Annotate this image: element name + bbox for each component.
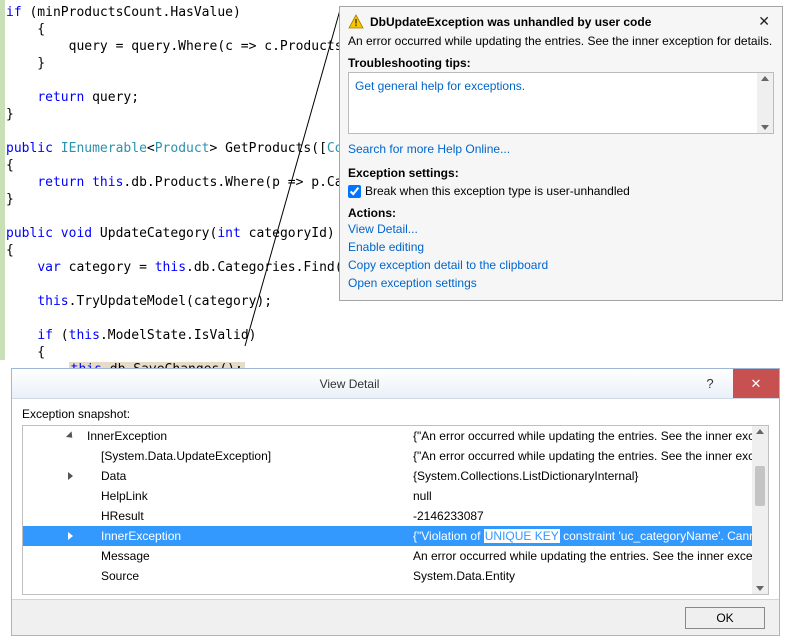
exception-popup: DbUpdateException was unhandled by user … (339, 6, 783, 301)
close-button[interactable]: ✕ (754, 13, 774, 30)
enable-editing-link[interactable]: Enable editing (348, 238, 774, 256)
dialog-title: View Detail (12, 377, 687, 391)
property-grid[interactable]: InnerException {"An error occurred while… (22, 425, 769, 595)
highlighted-text: UNIQUE KEY (484, 529, 560, 543)
code-line: { (6, 158, 14, 173)
code-line: public IEnumerable<Product> GetProducts(… (6, 141, 358, 156)
code-line: } (6, 192, 14, 207)
grid-row[interactable]: Source System.Data.Entity (23, 566, 768, 586)
copy-exception-link[interactable]: Copy exception detail to the clipboard (348, 256, 774, 274)
grid-row[interactable]: Message An error occurred while updating… (23, 546, 768, 566)
actions-header: Actions: (348, 206, 774, 220)
snapshot-label: Exception snapshot: (22, 407, 769, 421)
view-detail-link[interactable]: View Detail... (348, 220, 774, 238)
code-line: } (6, 56, 45, 71)
code-line: this.TryUpdateModel(category); (6, 294, 272, 309)
code-line: public void UpdateCategory(int categoryI… (6, 226, 335, 241)
grid-scrollbar[interactable] (752, 426, 768, 594)
grid-row[interactable]: HelpLink null (23, 486, 768, 506)
grid-row[interactable]: [System.Data.UpdateException] {"An error… (23, 446, 768, 466)
code-line: { (6, 243, 14, 258)
help-button[interactable]: ? (687, 369, 733, 398)
tips-scrollbar[interactable] (757, 73, 773, 133)
gutter (0, 0, 5, 360)
break-label: Break when this exception type is user-u… (365, 184, 630, 198)
tips-header: Troubleshooting tips: (348, 56, 774, 70)
close-button[interactable]: ✕ (733, 369, 779, 398)
warning-icon (348, 14, 364, 30)
grid-row-selected[interactable]: InnerException {"Violation of UNIQUE KEY… (23, 526, 768, 546)
view-detail-dialog: View Detail ? ✕ Exception snapshot: Inne… (11, 368, 780, 636)
ok-button[interactable]: OK (685, 607, 765, 629)
code-line: var category = this.db.Categories.Find(c… (6, 260, 358, 275)
grid-row[interactable]: Data {System.Collections.ListDictionaryI… (23, 466, 768, 486)
code-line: return query; (6, 90, 139, 105)
open-exception-settings-link[interactable]: Open exception settings (348, 274, 774, 292)
general-help-link[interactable]: Get general help for exceptions. (355, 77, 767, 95)
exception-title: DbUpdateException was unhandled by user … (370, 15, 748, 29)
expand-icon[interactable] (68, 532, 73, 540)
break-checkbox[interactable] (348, 185, 361, 198)
code-line: if (this.ModelState.IsValid) (6, 328, 256, 343)
code-line: } (6, 107, 14, 122)
troubleshooting-tips: Get general help for exceptions. (348, 72, 774, 134)
code-line: if (minProductsCount.HasValue) (6, 5, 241, 20)
search-online-link[interactable]: Search for more Help Online... (348, 140, 774, 158)
code-line: { (6, 345, 45, 360)
exception-message: An error occurred while updating the ent… (348, 34, 774, 48)
code-line: return this.db.Products.Where(p => p.Cat (6, 175, 350, 190)
code-line: { (6, 22, 45, 37)
expand-icon[interactable] (68, 472, 73, 480)
settings-header: Exception settings: (348, 166, 774, 180)
grid-row[interactable]: InnerException {"An error occurred while… (23, 426, 768, 446)
code-line: query = query.Where(c => c.Products.C (6, 39, 358, 54)
grid-row[interactable]: HResult -2146233087 (23, 506, 768, 526)
expand-icon[interactable] (66, 431, 75, 440)
dialog-titlebar[interactable]: View Detail ? ✕ (12, 369, 779, 399)
